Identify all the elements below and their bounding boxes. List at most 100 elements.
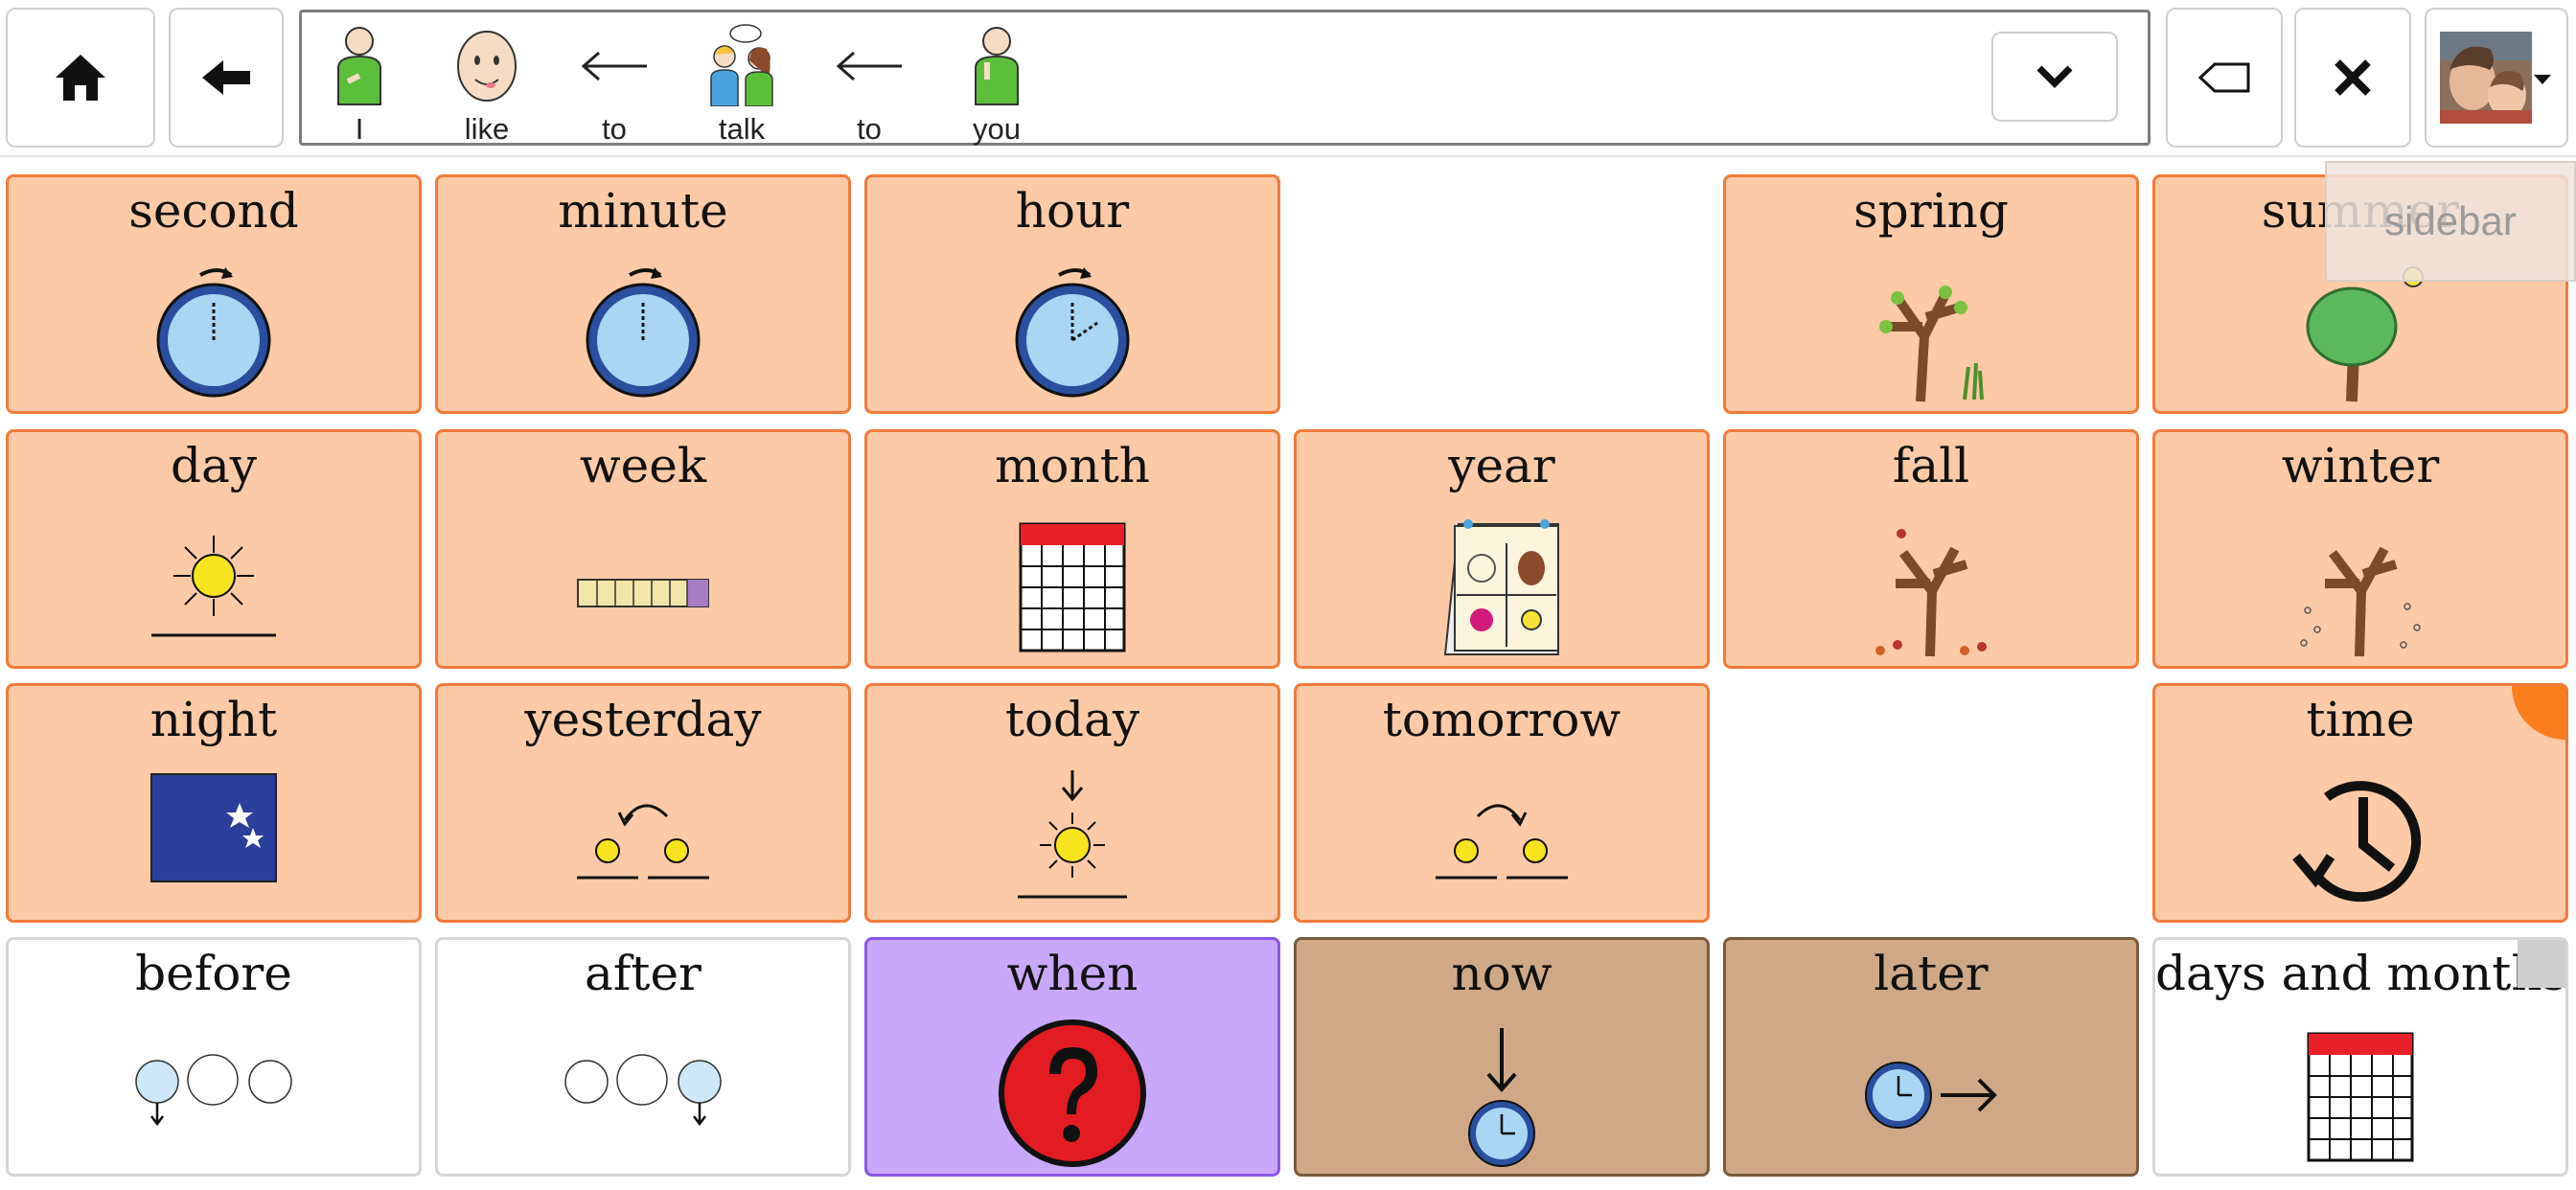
person-pointing-icon: [975, 27, 1019, 105]
backspace-button[interactable]: [2166, 8, 2283, 148]
cell-night[interactable]: night: [6, 683, 422, 923]
cell-label: week: [579, 438, 707, 493]
cell-after[interactable]: after: [435, 937, 851, 1177]
left-arrow-icon: [836, 51, 902, 81]
people-talking-icon: [710, 24, 773, 106]
cell-label: days and months: [2155, 946, 2567, 1001]
toolbar-divider: [0, 155, 2576, 157]
word-label: you: [973, 112, 1021, 146]
cell-yesterday[interactable]: yesterday: [435, 683, 851, 923]
cell-label: second: [128, 183, 299, 239]
question-clock-icon: [999, 1019, 1146, 1167]
cell-label: hour: [1015, 183, 1130, 239]
cell-label: fall: [1892, 438, 1970, 493]
before-clocks-icon: [135, 1054, 292, 1127]
cell-label: minute: [558, 183, 728, 239]
word-label: talk: [718, 112, 766, 146]
cell-label: yesterday: [524, 692, 762, 747]
back-arrow-icon: [202, 60, 250, 95]
today-sun-icon: [1018, 770, 1127, 899]
stopwatch-icon: [156, 267, 271, 398]
winter-tree-icon: [2300, 546, 2421, 657]
word-label: like: [464, 112, 510, 146]
yesterday-suns-icon: [577, 804, 709, 880]
back-button[interactable]: [169, 8, 284, 148]
clock-history-icon: [2292, 781, 2422, 903]
calendar-icon: [1019, 522, 1126, 652]
week-strip-icon: [577, 579, 709, 607]
sentence-bar[interactable]: I like to talk to you: [299, 10, 2150, 146]
folder-corner-indicator: [2512, 686, 2565, 740]
cell-label: month: [994, 438, 1150, 493]
stopwatch-icon: [586, 267, 701, 398]
sentence-word[interactable]: to: [557, 22, 672, 146]
cell-minute[interactable]: minute: [435, 174, 851, 414]
cell-when[interactable]: when: [864, 937, 1280, 1177]
cell-label: tomorrow: [1382, 692, 1622, 747]
close-icon: [2334, 59, 2371, 96]
cell-label: later: [1874, 946, 1989, 1001]
folder-corner-indicator: [2518, 940, 2565, 988]
home-icon: [56, 55, 105, 101]
sentence-word[interactable]: like: [429, 22, 544, 146]
dropdown-caret-icon: [2534, 75, 2551, 84]
after-clocks-icon: [564, 1054, 722, 1127]
backspace-icon: [2197, 62, 2250, 93]
cell-hour[interactable]: hour: [864, 174, 1280, 414]
sidebar-toggle[interactable]: sidebar: [2325, 161, 2576, 282]
cell-now[interactable]: now: [1294, 937, 1710, 1177]
left-arrow-icon: [581, 51, 647, 81]
sentence-word[interactable]: talk: [684, 22, 799, 146]
cell-days-and-months-folder[interactable]: days and months: [2152, 937, 2568, 1177]
cell-second[interactable]: second: [6, 174, 422, 414]
cell-label: after: [585, 946, 702, 1001]
user-avatar: [2440, 32, 2532, 124]
cell-label: today: [1004, 692, 1140, 747]
seasons-calendar-icon: [1443, 519, 1559, 655]
now-clock-icon: [1468, 1028, 1535, 1167]
sentence-word[interactable]: I: [302, 22, 417, 146]
cell-label: when: [1006, 946, 1138, 1001]
expand-sentence-button[interactable]: [1991, 32, 2118, 122]
cell-label: spring: [1853, 183, 2009, 239]
cell-spring[interactable]: spring: [1723, 174, 2139, 414]
sun-icon: [151, 536, 276, 637]
sentence-word[interactable]: you: [939, 22, 1054, 146]
cell-label: day: [170, 438, 258, 493]
person-pointing-self-icon: [337, 27, 381, 105]
cell-before[interactable]: before: [6, 937, 422, 1177]
cell-month[interactable]: month: [864, 429, 1280, 669]
cell-day[interactable]: day: [6, 429, 422, 669]
smiling-face-icon: [457, 31, 517, 102]
cell-label: before: [135, 946, 292, 1001]
cell-winter[interactable]: winter: [2152, 429, 2568, 669]
chevron-down-icon: [2036, 65, 2073, 88]
home-button[interactable]: [6, 8, 155, 148]
cell-fall[interactable]: fall: [1723, 429, 2139, 669]
cell-week[interactable]: week: [435, 429, 851, 669]
word-label: I: [355, 112, 364, 146]
word-label: to: [602, 112, 627, 146]
cell-year[interactable]: year: [1294, 429, 1710, 669]
sentence-word[interactable]: to: [812, 22, 927, 146]
later-clock-icon: [1865, 1062, 1997, 1129]
toolbar: I like to talk to you: [0, 0, 2576, 155]
moon-stars-icon: [150, 773, 277, 882]
cell-today[interactable]: today: [864, 683, 1280, 923]
cell-label: night: [150, 692, 278, 747]
spring-tree-icon: [1879, 286, 1984, 402]
fall-tree-icon: [1875, 529, 1987, 657]
cell-label: time: [2306, 692, 2415, 747]
tomorrow-suns-icon: [1436, 804, 1568, 880]
clear-button[interactable]: [2294, 8, 2411, 148]
stopwatch-icon: [1015, 267, 1130, 398]
cell-tomorrow[interactable]: tomorrow: [1294, 683, 1710, 923]
cell-label: winter: [2281, 438, 2440, 493]
cell-label: now: [1451, 946, 1552, 1001]
word-label: to: [857, 112, 882, 146]
cell-later[interactable]: later: [1723, 937, 2139, 1177]
cell-time-folder[interactable]: time: [2152, 683, 2568, 923]
cell-label: year: [1448, 438, 1555, 493]
calendar-icon: [2307, 1032, 2414, 1162]
user-menu-button[interactable]: [2425, 8, 2568, 148]
